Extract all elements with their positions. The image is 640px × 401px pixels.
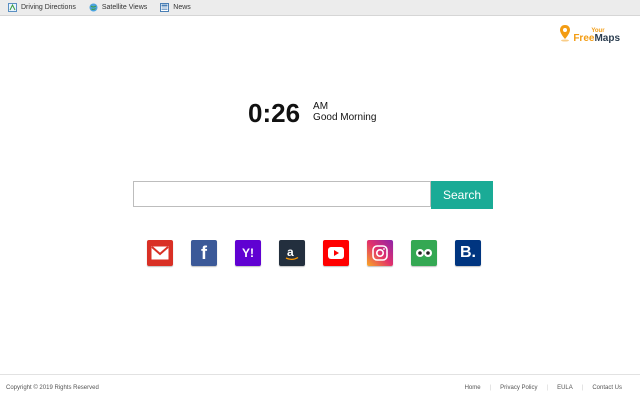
clock-widget: 0:26 AM Good Morning	[248, 99, 376, 127]
clock-time: 0:26	[248, 98, 301, 128]
your-free-maps-logo[interactable]: Your FreeMaps	[559, 24, 620, 46]
facebook-icon[interactable]: f	[191, 240, 217, 266]
toolbar-item-label: Satellite Views	[101, 4, 148, 11]
booking-icon[interactable]: B.	[455, 240, 481, 266]
clock-ampm: AM	[313, 101, 329, 112]
footer-divider: |	[546, 385, 549, 391]
instagram-icon[interactable]	[367, 240, 393, 266]
footer-link-eula[interactable]: EULA	[557, 385, 573, 391]
footer-links: Home | Privacy Policy | EULA | Contact U…	[465, 385, 622, 391]
footer-link-home[interactable]: Home	[465, 385, 481, 391]
globe-icon	[89, 3, 98, 12]
toolbar-item-driving-directions[interactable]: Driving Directions	[8, 0, 76, 15]
footer: Copyright © 2019 Rights Reserved Home | …	[0, 374, 640, 401]
logo-wordmark: Your FreeMaps	[573, 28, 620, 44]
youtube-icon[interactable]	[323, 240, 349, 266]
toolbar-item-satellite-views[interactable]: Satellite Views	[89, 0, 147, 15]
svg-text:a: a	[287, 245, 294, 259]
footer-link-contact-us[interactable]: Contact Us	[592, 385, 622, 391]
amazon-icon[interactable]: a	[279, 240, 305, 266]
directions-icon	[8, 3, 17, 12]
toolbar-item-label: Driving Directions	[21, 4, 76, 11]
toolbar-item-news[interactable]: News	[160, 0, 191, 15]
map-pin-icon	[559, 24, 571, 47]
copyright-text: Copyright © 2019 Rights Reserved	[6, 385, 99, 391]
clock-greeting: Good Morning	[313, 112, 377, 123]
search-button[interactable]: Search	[431, 181, 493, 209]
footer-divider: |	[489, 385, 492, 391]
shortcut-bar: f Y! a B.	[147, 240, 481, 266]
gmail-icon[interactable]	[147, 240, 173, 266]
toolbar-item-label: News	[173, 4, 191, 11]
news-icon	[160, 3, 170, 12]
footer-link-privacy-policy[interactable]: Privacy Policy	[500, 385, 537, 391]
top-toolbar: Driving Directions Satellite Views News	[0, 0, 640, 16]
search-input[interactable]	[133, 181, 431, 207]
tripadvisor-icon[interactable]	[411, 240, 437, 266]
footer-divider: |	[581, 385, 584, 391]
clock-meta: AM Good Morning	[313, 101, 376, 123]
yahoo-icon[interactable]: Y!	[235, 240, 261, 266]
